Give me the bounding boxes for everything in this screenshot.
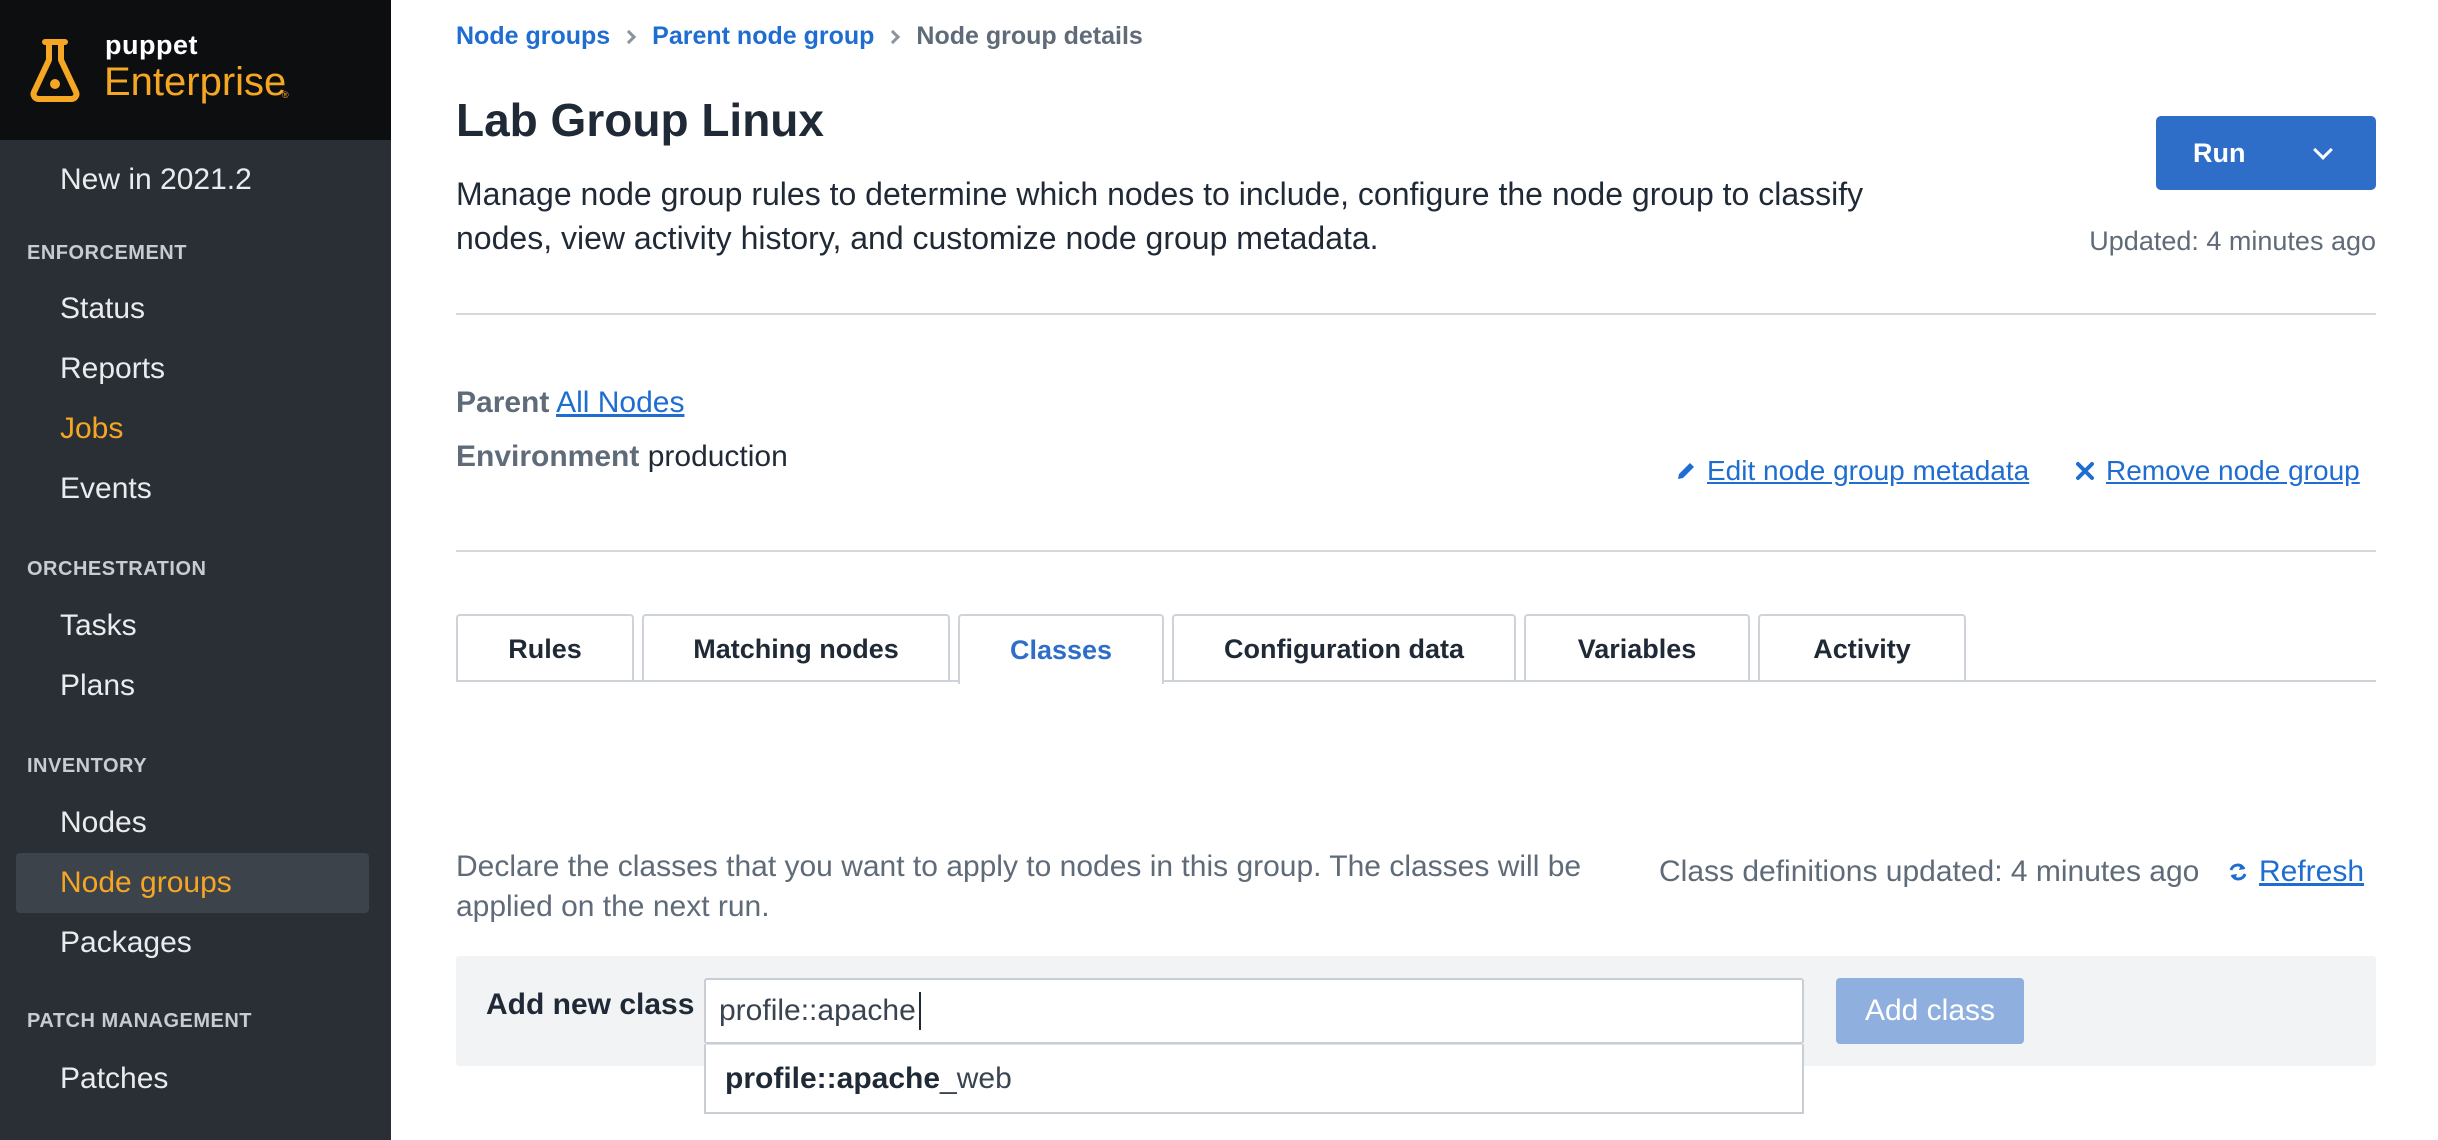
- brand-registered-mark: ®: [282, 90, 289, 100]
- text-caret: [919, 992, 921, 1030]
- sidebar-section-orchestration: ORCHESTRATION: [27, 558, 207, 580]
- sidebar: puppet Enterprise ® New in 2021.2 ENFORC…: [0, 0, 391, 1140]
- brand-name-small: puppet: [105, 30, 198, 60]
- edit-metadata-label: Edit node group metadata: [1707, 455, 2030, 486]
- sidebar-item-events[interactable]: Events: [60, 472, 152, 506]
- sidebar-item-reports[interactable]: Reports: [60, 352, 165, 386]
- add-class-button[interactable]: Add class: [1836, 978, 2024, 1044]
- run-button[interactable]: Run: [2156, 116, 2376, 190]
- chevron-right-icon: [886, 29, 901, 44]
- refresh-icon: [2229, 863, 2247, 881]
- add-new-class-label: Add new class: [486, 988, 695, 1021]
- sidebar-item-nodes[interactable]: Nodes: [60, 806, 147, 840]
- parent-row: Parent All Nodes: [456, 386, 684, 420]
- sidebar-item-patches[interactable]: Patches: [60, 1062, 168, 1096]
- sidebar-item-status[interactable]: Status: [60, 292, 145, 326]
- breadcrumb-node-groups[interactable]: Node groups: [456, 22, 610, 51]
- remove-node-group-label: Remove node group: [2106, 455, 2360, 486]
- page-description: Manage node group rules to determine whi…: [456, 176, 1864, 256]
- brand-name-enterprise: Enterprise: [104, 60, 287, 104]
- class-suggestion-item[interactable]: profile::apache _web: [704, 1044, 1804, 1114]
- tab-underline: [456, 680, 2376, 682]
- remove-node-group-link[interactable]: Remove node group: [2074, 455, 2360, 487]
- brand-header[interactable]: puppet Enterprise ®: [0, 0, 391, 140]
- sidebar-item-new-in[interactable]: New in 2021.2: [60, 163, 252, 197]
- close-icon: [2076, 462, 2094, 480]
- tab-classes[interactable]: Classes: [958, 614, 1164, 684]
- refresh-link[interactable]: Refresh: [2227, 855, 2364, 889]
- sidebar-item-plans[interactable]: Plans: [60, 669, 135, 703]
- class-name-input[interactable]: [704, 978, 1804, 1044]
- sidebar-section-inventory: INVENTORY: [27, 755, 148, 777]
- parent-link[interactable]: All Nodes: [556, 386, 684, 419]
- tab-matching-nodes[interactable]: Matching nodes: [642, 614, 950, 682]
- sidebar-section-enforcement: ENFORCEMENT: [27, 242, 187, 264]
- tab-configuration-data[interactable]: Configuration data: [1172, 614, 1516, 682]
- edit-metadata-link[interactable]: Edit node group metadata: [1675, 455, 2029, 487]
- environment-label: Environment: [456, 440, 640, 473]
- tab-variables[interactable]: Variables: [1524, 614, 1750, 682]
- suggestion-rest-text: _web: [940, 1061, 1012, 1095]
- tab-activity[interactable]: Activity: [1758, 614, 1966, 682]
- flask-logo-icon: [30, 39, 80, 102]
- classes-description: Declare the classes that you want to app…: [456, 850, 1582, 923]
- page-title: Lab Group Linux: [456, 94, 824, 146]
- parent-label: Parent: [456, 386, 550, 419]
- main-content: Node groups Parent node group Node group…: [456, 0, 2376, 1140]
- sidebar-item-jobs[interactable]: Jobs: [60, 412, 123, 446]
- divider: [456, 550, 2376, 552]
- sidebar-item-node-groups[interactable]: Node groups: [60, 866, 232, 900]
- sidebar-item-tasks[interactable]: Tasks: [60, 609, 137, 643]
- environment-value: production: [647, 440, 788, 473]
- breadcrumb-parent-node-group[interactable]: Parent node group: [652, 22, 874, 51]
- environment-row: Environment production: [456, 440, 788, 474]
- pencil-icon: [1678, 463, 1694, 479]
- class-definitions-updated: Class definitions updated: 4 minutes ago: [1659, 855, 2200, 888]
- breadcrumb: Node groups Parent node group Node group…: [456, 22, 1143, 51]
- chevron-down-icon: [2313, 140, 2333, 160]
- suggestion-match-text: profile::apache: [725, 1061, 941, 1095]
- chevron-right-icon: [622, 29, 637, 44]
- updated-timestamp: Updated: 4 minutes ago: [2089, 226, 2376, 256]
- refresh-label: Refresh: [2259, 855, 2365, 888]
- sidebar-section-patch-management: PATCH MANAGEMENT: [27, 1010, 253, 1032]
- run-button-label: Run: [2193, 138, 2246, 168]
- tab-rules[interactable]: Rules: [456, 614, 634, 682]
- breadcrumb-current: Node group details: [916, 22, 1143, 50]
- divider: [456, 313, 2376, 315]
- sidebar-item-packages[interactable]: Packages: [60, 926, 192, 960]
